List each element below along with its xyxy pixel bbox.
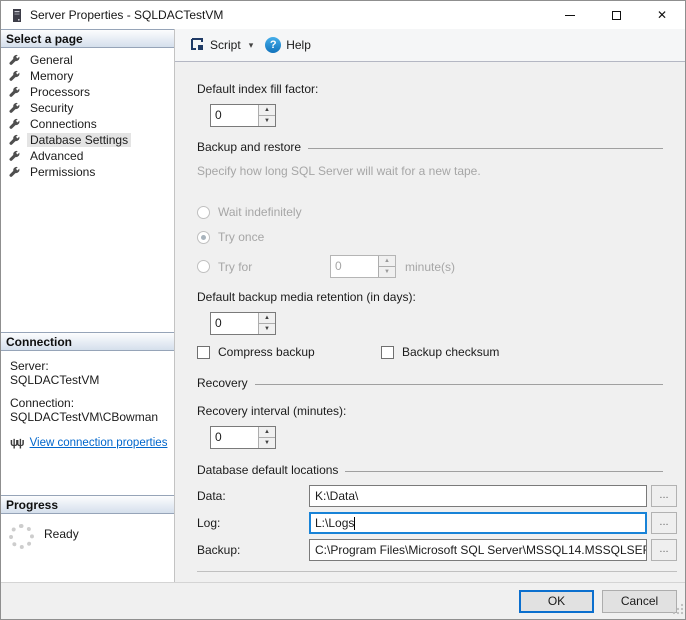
minimize-icon <box>565 15 575 16</box>
wrench-icon <box>8 70 22 83</box>
wrench-icon <box>8 54 22 67</box>
retention-label: Default backup media retention (in days)… <box>197 290 663 304</box>
backup-checksum-label: Backup checksum <box>402 345 499 359</box>
checkbox-icon <box>197 346 210 359</box>
recovery-group-label: Recovery <box>197 376 248 390</box>
sidebar-item-permissions[interactable]: Permissions <box>1 164 174 180</box>
backup-restore-group-label: Backup and restore <box>197 140 301 154</box>
fill-factor-spinner[interactable]: 0 ▲ ▼ <box>210 104 276 127</box>
log-location-label: Log: <box>197 516 309 530</box>
progress-spinner-icon <box>9 524 34 549</box>
try-for-spinner: 0 ▲ ▼ <box>330 255 396 278</box>
minutes-unit-label: minute(s) <box>405 260 455 274</box>
server-label: Server: <box>10 359 168 373</box>
toolbar: Script ▾ ? Help <box>175 29 685 62</box>
wrench-icon <box>8 150 22 163</box>
wrench-icon <box>8 166 22 179</box>
script-button[interactable]: Script ▾ <box>183 33 259 58</box>
wrench-icon <box>8 134 22 147</box>
sidebar-item-advanced[interactable]: Advanced <box>1 148 174 164</box>
recovery-interval-label: Recovery interval (minutes): <box>197 404 663 418</box>
connection-properties-icon: ψψ <box>10 436 23 450</box>
try-once-radio <box>197 231 210 244</box>
maximize-button[interactable] <box>593 1 639 29</box>
help-button[interactable]: ? Help <box>259 34 317 56</box>
ok-button[interactable]: OK <box>519 590 594 613</box>
spinner-down-icon[interactable]: ▼ <box>259 438 275 448</box>
log-browse-button[interactable]: ... <box>651 512 677 534</box>
spinner-down-icon: ▼ <box>379 267 395 277</box>
log-location-input[interactable]: L:\Logs <box>309 512 647 534</box>
close-button[interactable]: ✕ <box>639 1 685 29</box>
sidebar-item-connections[interactable]: Connections <box>1 116 174 132</box>
help-icon: ? <box>265 37 281 53</box>
sidebar-item-memory[interactable]: Memory <box>1 68 174 84</box>
connection-header: Connection <box>1 332 174 351</box>
backup-location-label: Backup: <box>197 543 309 557</box>
main-panel: Script ▾ ? Help Default index fill facto… <box>175 29 685 582</box>
connection-value: SQLDACTestVM\CBowman <box>10 410 168 424</box>
data-browse-button[interactable]: ... <box>651 485 677 507</box>
close-icon: ✕ <box>657 9 667 21</box>
backup-location-input[interactable]: C:\Program Files\Microsoft SQL Server\MS… <box>309 539 647 561</box>
spinner-up-icon: ▲ <box>379 256 395 267</box>
maximize-icon <box>612 11 621 20</box>
data-location-input[interactable]: K:\Data\ <box>309 485 647 507</box>
cancel-button[interactable]: Cancel <box>602 590 677 613</box>
view-connection-properties-link[interactable]: View connection properties <box>30 436 168 450</box>
progress-header: Progress <box>1 495 174 514</box>
page-list: General Memory Processors Security <box>1 48 174 332</box>
spinner-up-icon[interactable]: ▲ <box>259 105 275 116</box>
retention-spinner[interactable]: 0 ▲ ▼ <box>210 312 276 335</box>
window-title: Server Properties - SQLDACTestVM <box>30 8 223 22</box>
spinner-up-icon[interactable]: ▲ <box>259 313 275 324</box>
tape-wait-description: Specify how long SQL Server will wait fo… <box>197 164 663 178</box>
spinner-up-icon[interactable]: ▲ <box>259 427 275 438</box>
data-location-label: Data: <box>197 489 309 503</box>
try-for-label: Try for <box>218 260 330 274</box>
wait-indefinitely-radio <box>197 206 210 219</box>
chevron-down-icon[interactable]: ▾ <box>249 40 254 51</box>
minimize-button[interactable] <box>547 1 593 29</box>
connection-label: Connection: <box>10 396 168 410</box>
wrench-icon <box>8 86 22 99</box>
sidebar-item-security[interactable]: Security <box>1 100 174 116</box>
sidebar-item-general[interactable]: General <box>1 52 174 68</box>
sidebar-item-database-settings[interactable]: Database Settings <box>1 132 174 148</box>
try-for-radio <box>197 260 210 273</box>
progress-status: Ready <box>44 527 79 582</box>
fill-factor-label: Default index fill factor: <box>197 82 663 96</box>
button-bar: OK Cancel <box>1 582 685 619</box>
text-caret <box>354 517 355 530</box>
checkbox-icon <box>381 346 394 359</box>
select-a-page-header: Select a page <box>1 29 174 48</box>
resize-grip[interactable] <box>672 603 684 618</box>
help-label: Help <box>286 38 311 52</box>
script-label: Script <box>210 38 241 52</box>
script-icon <box>189 36 205 55</box>
backup-browse-button[interactable]: ... <box>651 539 677 561</box>
try-once-label: Try once <box>218 230 264 244</box>
wrench-icon <box>8 102 22 115</box>
titlebar: Server Properties - SQLDACTestVM ✕ <box>1 1 685 29</box>
backup-checksum-checkbox[interactable]: Backup checksum <box>381 345 499 359</box>
locations-group-label: Database default locations <box>197 463 338 477</box>
recovery-interval-spinner[interactable]: 0 ▲ ▼ <box>210 426 276 449</box>
server-icon <box>10 8 24 23</box>
wrench-icon <box>8 118 22 131</box>
server-value: SQLDACTestVM <box>10 373 168 387</box>
database-settings-page: Default index fill factor: 0 ▲ ▼ Backup … <box>175 62 685 582</box>
progress-info: Ready <box>1 514 174 582</box>
spinner-down-icon[interactable]: ▼ <box>259 116 275 126</box>
compress-backup-label: Compress backup <box>218 345 315 359</box>
compress-backup-checkbox[interactable]: Compress backup <box>197 345 381 359</box>
server-properties-dialog: Server Properties - SQLDACTestVM ✕ Selec… <box>0 0 686 620</box>
sidebar-item-processors[interactable]: Processors <box>1 84 174 100</box>
spinner-down-icon[interactable]: ▼ <box>259 324 275 334</box>
wait-indefinitely-label: Wait indefinitely <box>218 205 302 219</box>
connection-info: Server: SQLDACTestVM Connection: SQLDACT… <box>1 351 174 495</box>
sidebar: Select a page General Memory Processors <box>1 29 175 582</box>
